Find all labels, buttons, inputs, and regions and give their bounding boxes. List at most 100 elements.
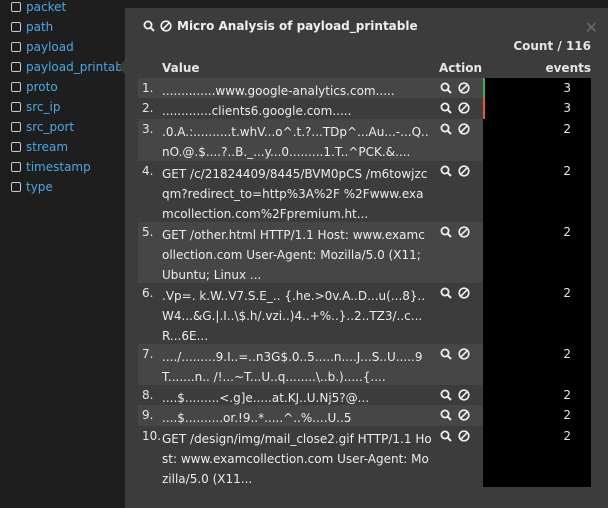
panel-title: Micro Analysis of payload_printable [143,19,418,33]
row-number: 4. [142,164,154,178]
event-bar-fill [483,98,485,119]
field-checkbox[interactable] [11,122,21,132]
field-checkbox[interactable] [11,82,21,92]
exclude-icon[interactable] [458,165,470,180]
field-sidebar: packet path payload payload_printablproto sr… [0,0,125,508]
table-row: 1. ..............www.google-analytics.com… [138,78,591,98]
row-value: .0.A.:..........t.whV...o^.t.?...TDp^...… [162,125,429,159]
search-icon[interactable] [440,389,452,404]
event-bar [483,385,591,405]
field-item-src-ip[interactable]: src_ip [11,97,125,117]
event-count: 2 [563,122,571,136]
row-value: GET /c/21824409/8445/BVM0pCS /m6towjzcqm… [162,167,428,221]
event-count: 3 [563,81,571,95]
field-checkbox[interactable] [11,2,21,12]
field-label[interactable]: type [26,180,53,194]
row-value: ..../.........9.I..=..n3G$.0..5.....n...… [162,350,423,384]
field-item-payload-printabl[interactable]: payload_printabl [11,57,125,77]
field-item-path[interactable]: path [11,17,125,37]
row-actions [440,287,470,302]
field-checkbox[interactable] [11,182,21,192]
row-number: 8. [142,388,154,402]
row-value: .Vp=. k.W..V7.S.E_.. {.he.>0v.A..D...u(.… [162,289,426,343]
search-icon[interactable] [440,123,452,138]
table-row: 8. ....$.........<.g]e.....at.KJ..U.Nj5?@… [138,385,591,405]
search-icon[interactable] [440,409,452,424]
search-icon[interactable] [440,430,452,445]
row-value: GET /design/img/mail_close2.gif HTTP/1.1… [162,432,432,486]
field-checkbox[interactable] [11,102,21,112]
table-header: Value Action events [125,59,608,77]
field-item-type[interactable]: type [11,177,125,197]
field-label[interactable]: stream [26,140,68,154]
field-item-stream[interactable]: stream [11,137,125,157]
field-label[interactable]: packet [26,0,66,14]
table-row: 9. ....$..........or.!9..*.....^..%....U.… [138,405,591,426]
field-label[interactable]: timestamp [26,160,91,174]
micro-analysis-panel: ✕ Micro Analysis of payload_printable Co… [125,8,608,508]
panel-title-text: Micro Analysis of payload_printable [177,19,418,33]
table-row: 6. .Vp=. k.W..V7.S.E_.. {.he.>0v.A..D...u… [138,283,591,344]
search-icon [143,20,155,32]
event-bar [483,405,591,426]
events-column-header: events [545,61,591,75]
table-row: 3. .0.A.:..........t.whV...o^.t.?...TDp^.… [138,119,591,161]
exclude-icon[interactable] [458,389,470,404]
field-label[interactable]: payload [26,40,74,54]
field-checkbox[interactable] [11,22,21,32]
search-icon[interactable] [440,165,452,180]
field-checkbox[interactable] [11,142,21,152]
table-row: 2. .............clients6.google.com..... 3 [138,98,591,119]
row-actions [440,123,470,138]
exclude-icon[interactable] [458,430,470,445]
row-actions [440,348,470,363]
event-bar [483,344,591,385]
field-label[interactable]: path [26,20,53,34]
exclude-icon [160,20,172,32]
field-item-payload[interactable]: payload [11,37,125,57]
row-value: GET /other.html HTTP/1.1 Host: www.examc… [162,228,425,282]
field-checkbox[interactable] [11,62,21,72]
field-label[interactable]: proto [26,80,58,94]
field-label[interactable]: src_ip [26,100,60,114]
field-item-packet[interactable]: packet [11,0,125,17]
event-bar [483,119,591,161]
close-icon[interactable]: ✕ [585,20,598,36]
exclude-icon[interactable] [458,82,470,97]
event-count: 2 [563,286,571,300]
row-actions [440,102,470,117]
exclude-icon[interactable] [458,226,470,241]
field-checkbox[interactable] [11,162,21,172]
field-label[interactable]: src_port [26,120,74,134]
count-label: Count / 116 [513,39,591,53]
exclude-icon[interactable] [458,102,470,117]
field-item-timestamp[interactable]: timestamp [11,157,125,177]
search-icon[interactable] [440,82,452,97]
panel-pointer-arrow [118,60,125,74]
event-bar [483,161,591,222]
exclude-icon[interactable] [458,123,470,138]
event-bar [483,78,591,98]
exclude-icon[interactable] [458,409,470,424]
row-actions [440,430,470,445]
row-number: 6. [142,286,154,300]
row-number: 1. [142,81,154,95]
event-bar-fill [483,78,485,98]
search-icon[interactable] [440,348,452,363]
field-label[interactable]: payload_printabl [26,60,125,74]
field-checkbox[interactable] [11,42,21,52]
exclude-icon[interactable] [458,287,470,302]
table-row: 4. GET /c/21824409/8445/BVM0pCS /m6towjzc… [138,161,591,222]
row-value: ....$..........or.!9..*.....^..%....U..5 [162,411,352,425]
table-row: 10. GET /design/img/mail_close2.gif HTTP/… [138,426,591,487]
row-number: 5. [142,225,154,239]
search-icon[interactable] [440,226,452,241]
search-icon[interactable] [440,287,452,302]
exclude-icon[interactable] [458,348,470,363]
field-item-src-port[interactable]: src_port [11,117,125,137]
event-bar [483,98,591,119]
field-item-proto[interactable]: proto [11,77,125,97]
event-count: 2 [563,408,571,422]
row-number: 7. [142,347,154,361]
search-icon[interactable] [440,102,452,117]
